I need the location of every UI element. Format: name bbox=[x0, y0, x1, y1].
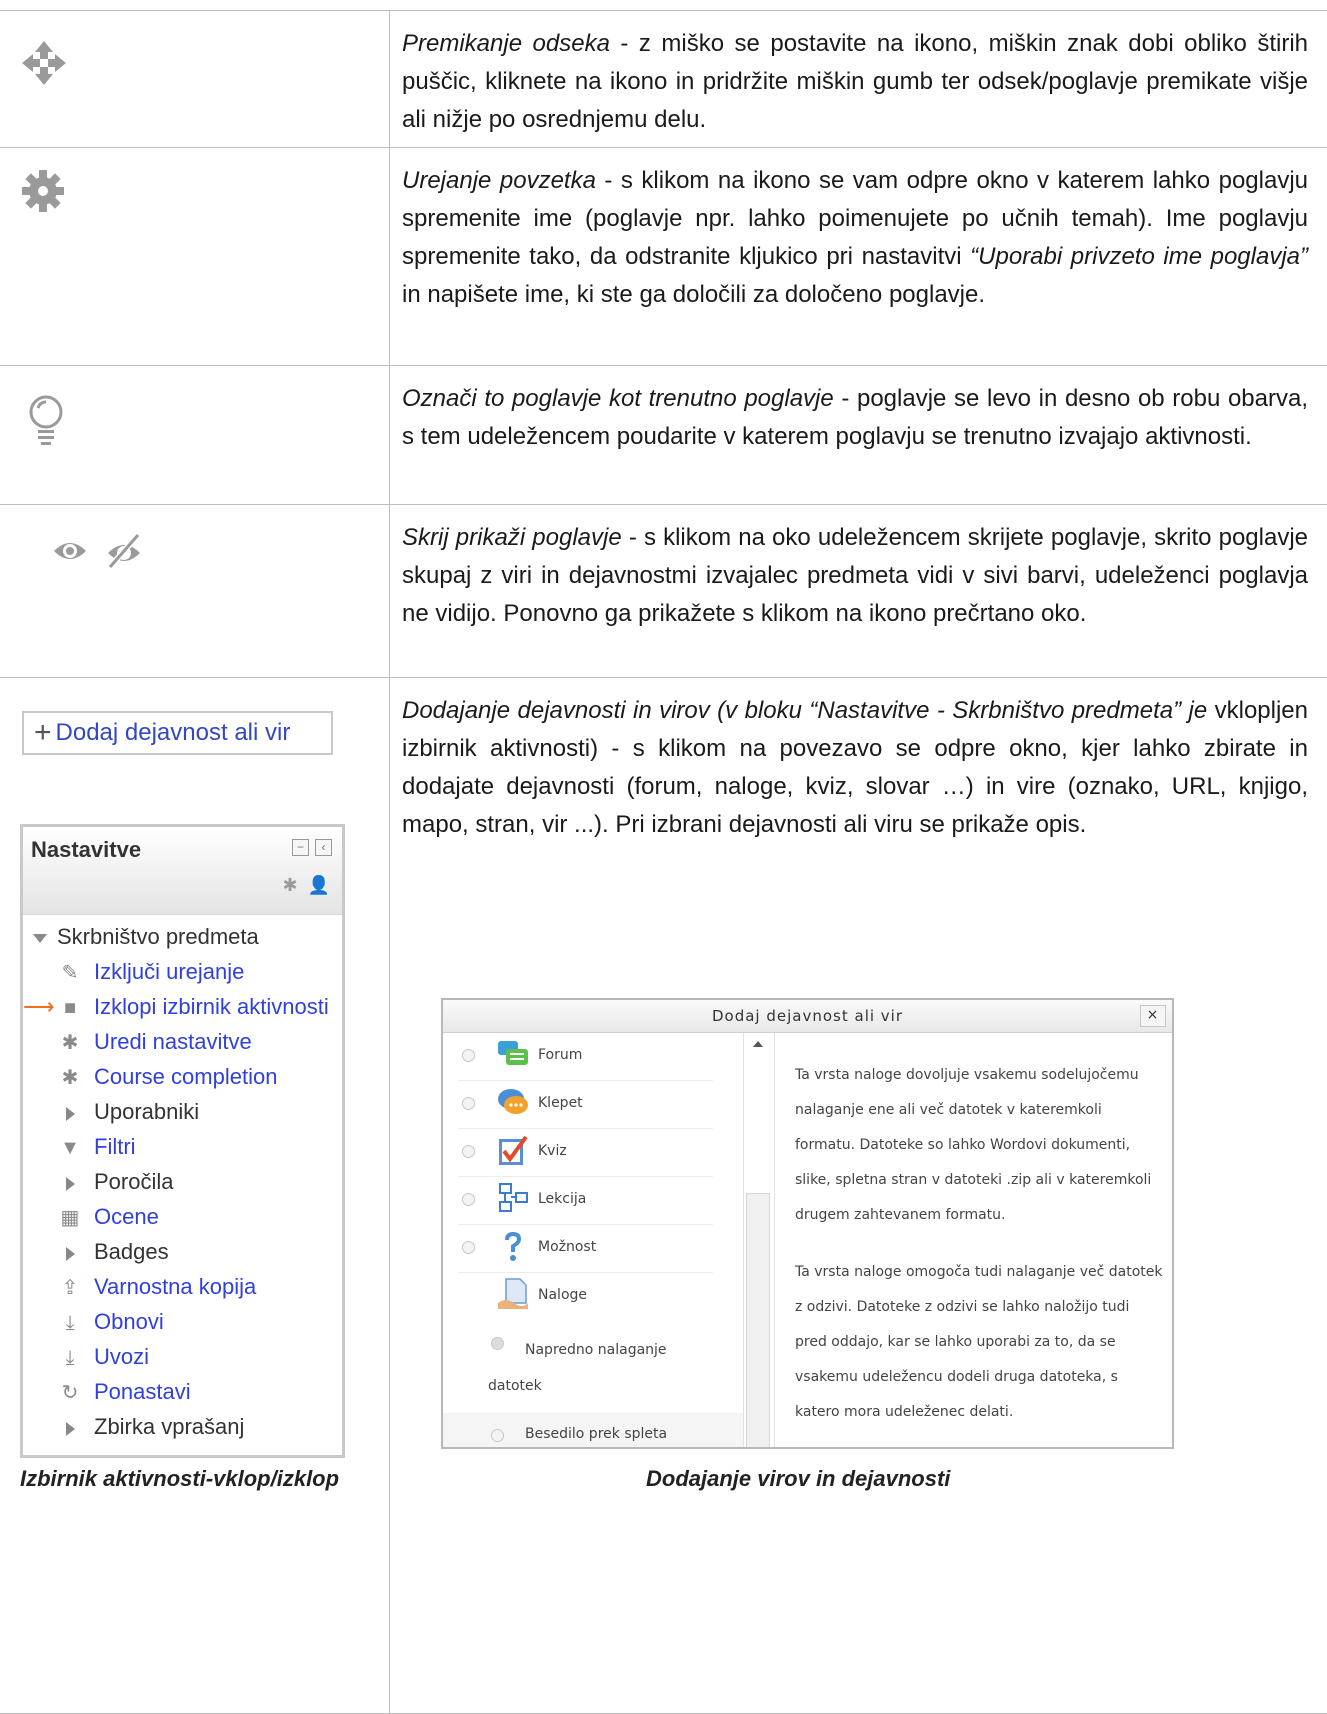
add-activity-button[interactable]: + Dodaj dejavnost ali vir bbox=[22, 711, 333, 755]
lightbulb-icon bbox=[0, 366, 389, 446]
reset-icon: ↻ bbox=[61, 1382, 79, 1404]
expand-icon bbox=[58, 1166, 82, 1201]
tree-root[interactable]: Skrbništvo predmeta bbox=[23, 919, 342, 954]
tree-item-activity-chooser[interactable]: ⟶ ■ Izklopi izbirnik aktivnosti bbox=[23, 989, 342, 1024]
tree-item-question-bank[interactable]: Zbirka vprašanj bbox=[23, 1409, 342, 1444]
table-row: Urejanje povzetka - s klikom na ikono se… bbox=[0, 147, 1327, 366]
add-activity-dialog: Dodaj dejavnost ali vir × Forum Klepet K… bbox=[441, 998, 1174, 1449]
lesson-icon bbox=[496, 1181, 530, 1215]
radio-button[interactable] bbox=[462, 1193, 475, 1206]
tree-item-users[interactable]: Uporabniki bbox=[23, 1094, 342, 1129]
expand-icon bbox=[58, 1411, 82, 1446]
dialog-title: Dodaj dejavnost ali vir bbox=[711, 1007, 904, 1025]
expand-icon bbox=[58, 1096, 82, 1131]
tree-item-completion[interactable]: ✱ Course completion bbox=[23, 1059, 342, 1094]
tree-item-edit[interactable]: ✎ Izključi urejanje bbox=[23, 954, 342, 989]
tree-item-badges[interactable]: Badges bbox=[23, 1234, 342, 1269]
block-header: Nastavitve − ‹ ✱ 👤 bbox=[23, 827, 342, 915]
scrollbar[interactable] bbox=[743, 1033, 775, 1447]
scroll-up-icon[interactable] bbox=[753, 1041, 763, 1047]
list-item[interactable]: Besedilo prek spleta bbox=[443, 1413, 743, 1447]
settings-block: Nastavitve − ‹ ✱ 👤 Skrbništvo predmeta ✎… bbox=[20, 824, 345, 1458]
table-row: Označi to poglavje kot trenutno poglavje… bbox=[0, 365, 1327, 505]
radio-button[interactable] bbox=[462, 1097, 475, 1110]
highlight-description: Označi to poglavje kot trenutno poglavje… bbox=[402, 385, 1308, 450]
tree-item-reset[interactable]: ↻ Ponastavi bbox=[23, 1374, 342, 1409]
dialog-header: Dodaj dejavnost ali vir × bbox=[443, 1000, 1172, 1033]
list-item[interactable]: Lekcija bbox=[458, 1177, 713, 1225]
move-icon bbox=[0, 11, 389, 87]
list-item[interactable]: Kviz bbox=[458, 1129, 713, 1177]
close-icon[interactable]: × bbox=[1140, 1005, 1166, 1027]
move-description: Premikanje odseka - z miško se postavite… bbox=[402, 30, 1308, 133]
eye-icon bbox=[52, 533, 88, 569]
tree-item-filters[interactable]: ▼ Filtri bbox=[23, 1129, 342, 1164]
choice-icon bbox=[496, 1229, 530, 1263]
scroll-thumb[interactable] bbox=[746, 1193, 770, 1447]
list-item[interactable]: Forum bbox=[458, 1033, 713, 1081]
radio-button[interactable] bbox=[491, 1429, 504, 1442]
list-item[interactable]: Klepet bbox=[458, 1081, 713, 1129]
radio-button-selected[interactable] bbox=[491, 1337, 504, 1350]
settings-caption: Izbirnik aktivnosti-vklop/izklop bbox=[20, 1466, 340, 1491]
collapse-icon[interactable]: − bbox=[292, 839, 309, 856]
activity-list: Forum Klepet Kviz Lekcija Možnost Naloge… bbox=[443, 1033, 743, 1447]
list-item[interactable]: Naloge bbox=[458, 1273, 713, 1320]
table-row: Premikanje odseka - z miško se postavite… bbox=[0, 10, 1327, 148]
tree-item-settings[interactable]: ✱ Uredi nastavitve bbox=[23, 1024, 342, 1059]
gear-icon: ✱ bbox=[61, 1067, 79, 1089]
tree-item-grades[interactable]: ▦ Ocene bbox=[23, 1199, 342, 1234]
block-title: Nastavitve bbox=[31, 837, 142, 862]
tree-item-import[interactable]: ⤓ Uvozi bbox=[23, 1339, 342, 1374]
gear-icon[interactable]: ✱ bbox=[282, 875, 297, 896]
add-activity-description: Dodajanje dejavnosti in virov (v bloku “… bbox=[402, 697, 1308, 838]
tree-item-restore[interactable]: ⤓ Obnovi bbox=[23, 1304, 342, 1339]
chat-icon bbox=[496, 1085, 530, 1119]
tree-item-backup[interactable]: ⇪ Varnostna kopija bbox=[23, 1269, 342, 1304]
forum-icon bbox=[496, 1037, 530, 1071]
visibility-description: Skrij prikaži poglavje - s klikom na oko… bbox=[402, 524, 1308, 627]
expand-icon bbox=[58, 1236, 82, 1271]
quiz-icon bbox=[496, 1133, 530, 1167]
grades-icon: ▦ bbox=[60, 1207, 80, 1229]
eye-slash-icon bbox=[104, 533, 144, 569]
expanded-icon bbox=[33, 933, 47, 943]
table-row: Skrij prikaži poglavje - s klikom na oko… bbox=[0, 504, 1327, 678]
list-item[interactable]: Možnost bbox=[458, 1225, 713, 1273]
bullet-icon: ■ bbox=[63, 997, 77, 1019]
orange-arrow-icon: ⟶ bbox=[23, 994, 55, 1019]
assign-roles-icon[interactable]: 👤 bbox=[308, 875, 330, 896]
tree-item-reports[interactable]: Poročila bbox=[23, 1164, 342, 1199]
settings-tree: Skrbništvo predmeta ✎ Izključi urejanje ⟶… bbox=[23, 919, 342, 1444]
list-item-selected[interactable]: Napredno nalaganje datotek bbox=[443, 1320, 743, 1413]
radio-button[interactable] bbox=[462, 1145, 475, 1158]
gear-icon: ✱ bbox=[61, 1032, 79, 1054]
activity-description: Ta vrsta naloge dovoljuje vsakemu sodelu… bbox=[795, 1067, 1163, 1420]
filter-icon: ▼ bbox=[60, 1137, 80, 1159]
import-icon: ⤓ bbox=[65, 1347, 75, 1369]
backup-icon: ⇪ bbox=[61, 1277, 79, 1299]
radio-button[interactable] bbox=[462, 1241, 475, 1254]
radio-button[interactable] bbox=[462, 1049, 475, 1062]
gear-icon bbox=[0, 148, 389, 214]
pencil-icon: ✎ bbox=[61, 962, 79, 984]
assignment-icon bbox=[496, 1277, 530, 1311]
dialog-caption: Dodajanje virov in dejavnosti bbox=[646, 1466, 951, 1491]
plus-icon: + bbox=[34, 716, 52, 749]
restore-icon: ⤓ bbox=[65, 1312, 75, 1334]
dock-icon[interactable]: ‹ bbox=[315, 839, 332, 856]
summary-description: Urejanje povzetka - s klikom na ikono se… bbox=[402, 167, 1308, 308]
